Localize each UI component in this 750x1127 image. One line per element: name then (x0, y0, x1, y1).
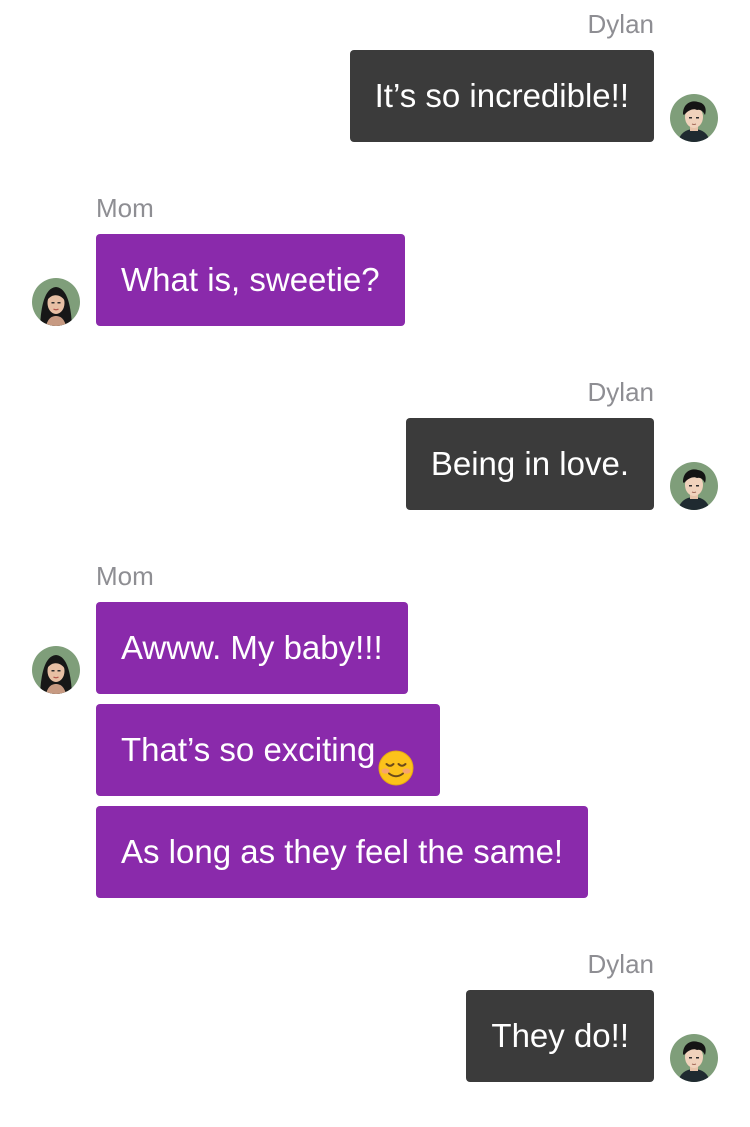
sender-name-dylan: Dylan (587, 949, 654, 979)
smiling-face-emoji-icon (377, 730, 415, 786)
message-bubble-incoming[interactable]: Awww. My baby!!! (96, 602, 408, 694)
mom-avatar-icon[interactable] (32, 646, 80, 694)
message-bubble-outgoing[interactable]: They do!! (466, 990, 654, 1082)
sender-name-mom: Mom (96, 193, 154, 223)
chat-thread: Dylan It’s so incredible!! Mom What is, … (0, 0, 750, 1127)
message-bubble-incoming[interactable]: As long as they feel the same! (96, 806, 589, 898)
message-bubble-incoming[interactable]: That’s so exciting (96, 704, 441, 796)
message-bubble-outgoing[interactable]: It’s so incredible!! (349, 50, 654, 142)
sender-name-mom: Mom (96, 561, 154, 591)
dylan-avatar-icon[interactable] (670, 94, 718, 142)
mom-avatar-icon[interactable] (32, 278, 80, 326)
dylan-avatar-icon[interactable] (670, 462, 718, 510)
sender-name-dylan: Dylan (587, 9, 654, 39)
dylan-avatar-icon[interactable] (670, 1034, 718, 1082)
message-bubble-incoming[interactable]: What is, sweetie? (96, 234, 405, 326)
message-bubble-outgoing[interactable]: Being in love. (405, 418, 654, 510)
message-text: That’s so exciting (121, 731, 376, 768)
sender-name-dylan: Dylan (587, 377, 654, 407)
